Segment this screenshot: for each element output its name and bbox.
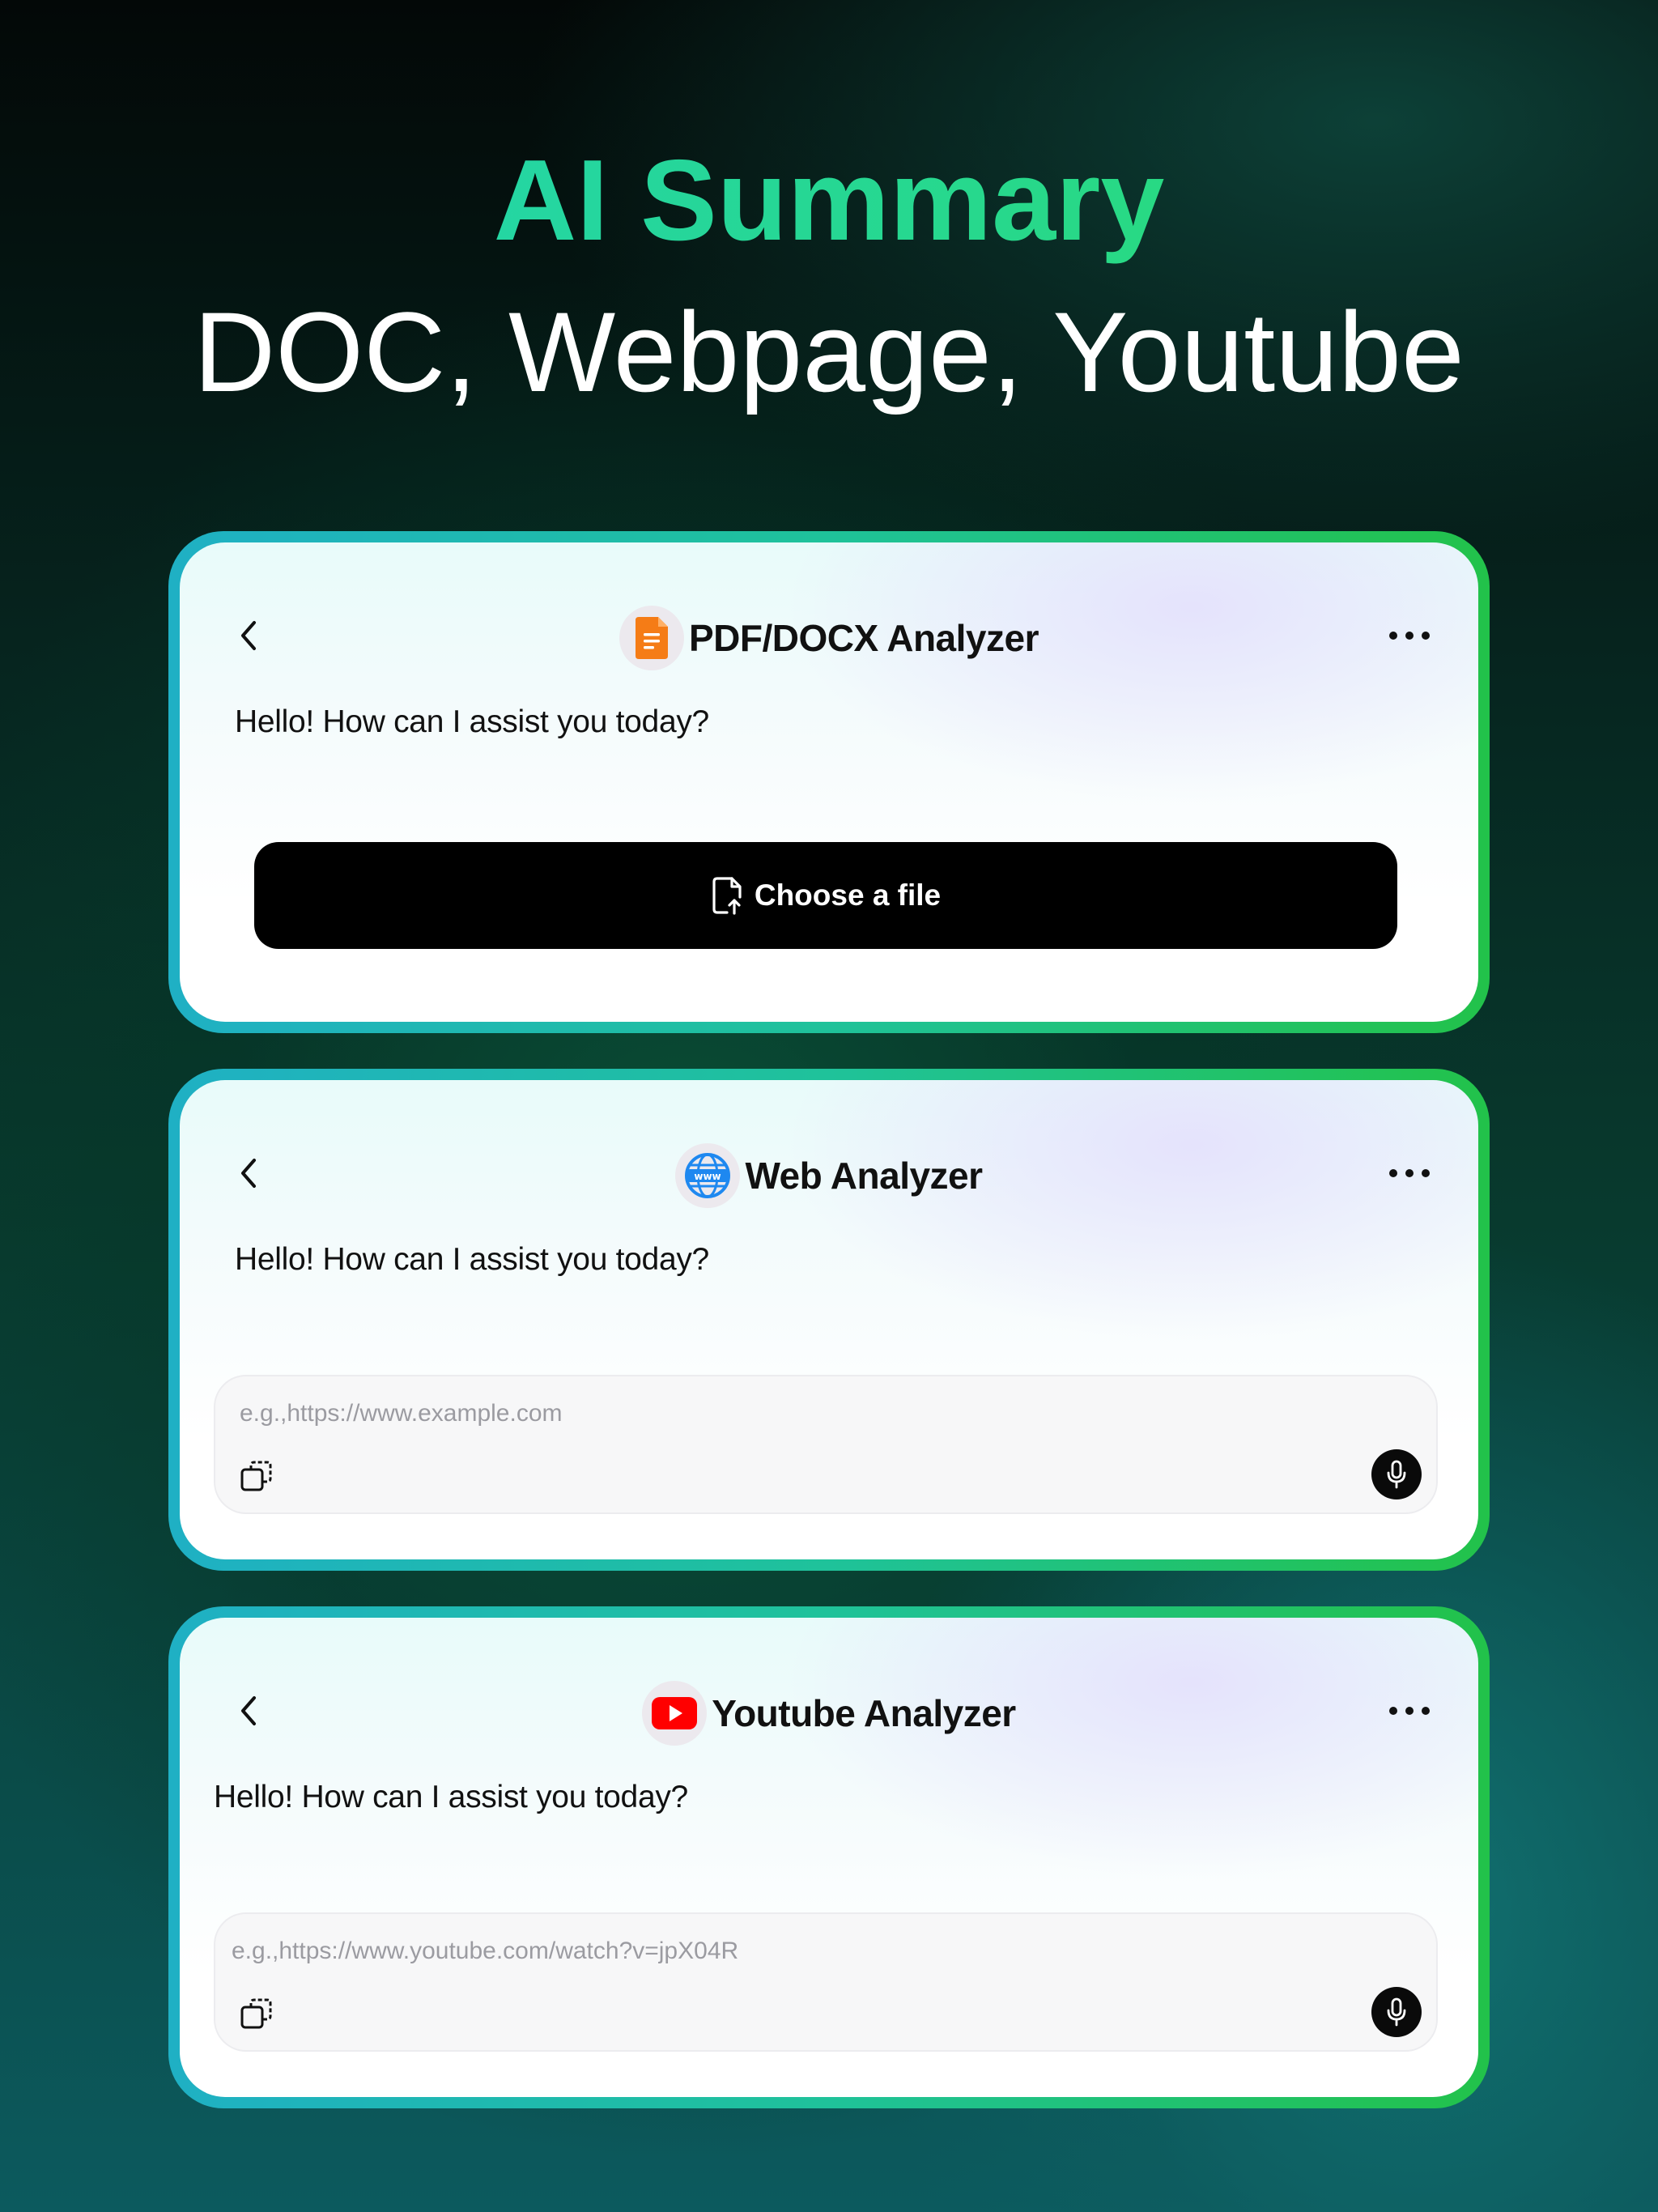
- card-content: PDF/DOCX Analyzer Hello! How can I assis…: [180, 542, 1478, 1022]
- microphone-icon: [1387, 1997, 1406, 2027]
- web-analyzer-card: www Web Analyzer Hello! How can I assist…: [168, 1069, 1490, 1571]
- page-title: PDF/DOCX Analyzer: [688, 617, 1039, 659]
- globe-www-icon: www: [675, 1143, 741, 1208]
- page-title: Web Analyzer: [745, 1155, 983, 1197]
- assistant-greeting: Hello! How can I assist you today?: [235, 1242, 709, 1277]
- paste-icon: [240, 1998, 272, 2029]
- card-content: www Web Analyzer Hello! How can I assist…: [180, 1080, 1478, 1559]
- more-options-button[interactable]: [1381, 617, 1438, 654]
- hero-title: AI Summary: [0, 136, 1658, 266]
- assistant-greeting: Hello! How can I assist you today?: [214, 1780, 688, 1814]
- microphone-button[interactable]: [1371, 1449, 1422, 1499]
- paste-icon: [240, 1461, 272, 1491]
- more-dots-icon: [1389, 632, 1430, 640]
- more-dots-icon: [1389, 1707, 1430, 1715]
- svg-text:www: www: [695, 1171, 721, 1182]
- url-input-box: [214, 1375, 1438, 1514]
- url-input[interactable]: [230, 1930, 1286, 1972]
- microphone-icon: [1387, 1460, 1406, 1489]
- document-icon: [619, 606, 684, 670]
- youtube-icon: [642, 1681, 708, 1746]
- card-header: PDF/DOCX Analyzer: [180, 606, 1478, 670]
- paste-button[interactable]: [236, 1993, 277, 2034]
- page-title: Youtube Analyzer: [712, 1692, 1016, 1734]
- pdf-docx-analyzer-card: PDF/DOCX Analyzer Hello! How can I assis…: [168, 531, 1490, 1033]
- paste-button[interactable]: [236, 1456, 277, 1496]
- youtube-analyzer-card: Youtube Analyzer Hello! How can I assist…: [168, 1606, 1490, 2108]
- card-header: Youtube Analyzer: [180, 1681, 1478, 1746]
- more-options-button[interactable]: [1381, 1692, 1438, 1729]
- card-content: Youtube Analyzer Hello! How can I assist…: [180, 1618, 1478, 2097]
- url-input[interactable]: [238, 1393, 1294, 1435]
- more-dots-icon: [1389, 1169, 1430, 1177]
- file-upload-icon: [712, 877, 742, 915]
- more-options-button[interactable]: [1381, 1155, 1438, 1192]
- choose-file-label: Choose a file: [754, 878, 942, 912]
- microphone-button[interactable]: [1371, 1987, 1422, 2037]
- choose-file-button[interactable]: Choose a file: [254, 842, 1397, 949]
- hero-subtitle: DOC, Webpage, Youtube: [193, 288, 1465, 415]
- assistant-greeting: Hello! How can I assist you today?: [235, 704, 709, 739]
- url-input-box: [214, 1912, 1438, 2052]
- card-header: www Web Analyzer: [180, 1143, 1478, 1208]
